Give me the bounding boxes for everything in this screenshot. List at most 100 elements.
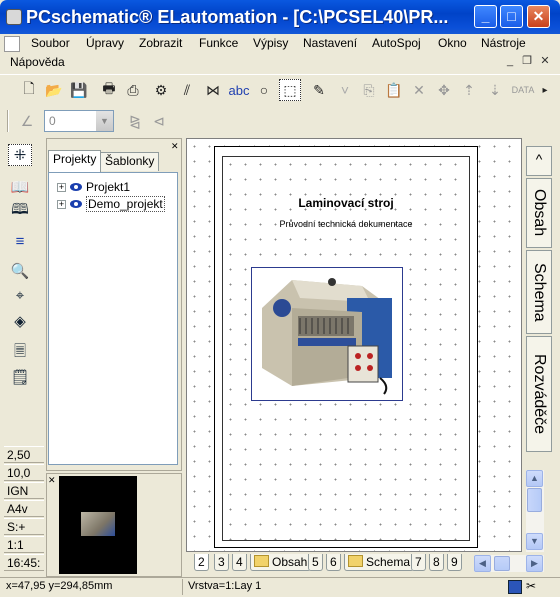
data-icon[interactable]: DATA [509,79,537,101]
grid-select-icon[interactable]: ⁜ [8,144,32,166]
tab-sablonky[interactable]: Šablonky [100,152,160,171]
paste-icon[interactable]: 📋 [383,79,405,101]
panel-close-icon[interactable]: ✕ [171,141,179,152]
mdi-restore-button[interactable]: ❐ [520,55,534,68]
maximize-button[interactable]: □ [500,5,523,28]
menu-soubor[interactable]: Soubor [31,36,70,50]
status-scale: 1:1 [4,536,44,553]
mirror-icon[interactable]: ⧎ [124,110,146,132]
scroll-up-icon[interactable]: ▲ [526,470,543,487]
new-file-icon[interactable]: 🗋 [18,79,40,101]
main-toolbar: 🗋 📂 💾 🖶 ⎙ ⚙ ⫽ ⋈ abc ○ ⬚ ✎ ˅ ⎘ 📋 ✕ ✥ ⇡ ⇣ … [0,74,560,104]
hscroll-thumb[interactable] [494,556,510,571]
menu-autospoj[interactable]: AutoSpoj [372,36,421,50]
menu-nastroje[interactable]: Nástroje [481,36,526,50]
status-snap: 10,0 [4,464,44,481]
title-bar: PCschematic® ELautomation - [C:\PCSEL40\… [0,0,560,34]
document-icon[interactable] [4,36,20,52]
print-icon[interactable]: 🖶 [98,79,120,101]
pencil-icon[interactable]: ✎ [308,79,330,101]
save-icon[interactable]: 💾 [68,79,90,101]
arrow-down-icon[interactable]: ˅ [334,79,356,101]
menu-funkce[interactable]: Funkce [199,36,238,50]
preview-machine-image [81,512,115,536]
status-s: S:+ [4,518,44,535]
list-arrow-icon[interactable]: ≡ [8,230,32,252]
page-tab[interactable]: 9 [447,554,462,571]
horizontal-scrollbar[interactable]: ◀ ▶ [474,555,544,572]
rotate-icon[interactable]: ⊲ [148,110,170,132]
angle-icon[interactable]: ∠ [16,110,38,132]
print-preview-icon[interactable]: ⎙ [122,79,144,101]
preview-close-icon[interactable]: ✕ [48,475,56,486]
page-icon[interactable]: 🗏 [8,342,32,364]
mdi-minimize-button[interactable]: _ [503,55,517,68]
tab-schema[interactable]: Schema [526,250,552,334]
circle-icon[interactable]: ○ [253,79,275,101]
machine-image[interactable] [251,267,403,401]
collapse-up-icon[interactable]: ^ [526,146,552,176]
toolbar-overflow-icon[interactable]: ▸ [539,79,551,101]
page-edit-icon[interactable]: 🗒 [8,366,32,388]
window-title: PCschematic® ELautomation - [C:\PCSEL40\… [26,7,449,27]
page-tab[interactable]: 6 [326,554,341,571]
eye-icon [70,183,82,191]
scroll-right-icon[interactable]: ▶ [526,555,543,572]
preview-thumbnail[interactable] [59,476,137,574]
book-icon[interactable]: 🕮 [8,200,32,222]
copy-icon[interactable]: ⎘ [358,79,380,101]
move-down-icon[interactable]: ⇣ [484,79,506,101]
delete-icon[interactable]: ✕ [408,79,430,101]
minimize-button[interactable]: _ [474,5,497,28]
mdi-close-button[interactable]: ✕ [538,55,552,68]
status-ign: IGN [4,482,44,499]
book-open-icon[interactable]: 📖 [8,176,32,198]
connect-icon[interactable]: ⌖ [8,284,32,306]
page-tab[interactable]: 7 [411,554,426,571]
app-icon[interactable] [6,9,22,25]
cursor-coordinates: x=47,95 y=294,85mm [6,580,113,592]
scroll-down-icon[interactable]: ▼ [526,533,543,550]
symbol-icon[interactable]: ⚙ [150,79,172,101]
page-tab[interactable]: 2 [194,554,209,571]
select-area-icon[interactable]: ⬚ [279,79,301,101]
move-icon[interactable]: ✥ [433,79,455,101]
scroll-left-icon[interactable]: ◀ [474,555,491,572]
tab-obsah[interactable]: Obsah [526,178,552,248]
expand-icon[interactable]: + [57,182,66,192]
chevron-down-icon[interactable]: ▼ [96,111,113,131]
vertical-scrollbar[interactable]: ▲ ▼ [526,470,544,552]
tree-item-demo-projekt[interactable]: + Demo_projekt [57,196,165,212]
diamond-grid-icon[interactable]: ◈ [8,310,32,332]
page-tab[interactable]: 3 [214,554,229,571]
menu-vypisy[interactable]: Výpisy [253,36,288,50]
menu-zobrazit[interactable]: Zobrazit [139,36,182,50]
tab-projekty[interactable]: Projekty [48,150,102,172]
save-status-icon[interactable] [508,580,522,594]
menu-upravy[interactable]: Úpravy [86,36,124,50]
page-tab-folder[interactable]: Schema [344,554,415,571]
text-tool-icon[interactable]: abc [228,79,250,101]
tab-rozvadece[interactable]: Rozváděče [526,336,552,452]
menu-napoveda[interactable]: Nápověda [10,55,65,69]
open-folder-icon[interactable]: 📂 [43,79,65,101]
page-tab[interactable]: 4 [232,554,247,571]
menu-okno[interactable]: Okno [438,36,467,50]
edit-status-icon[interactable]: ✂ [526,579,536,593]
layer-indicator: Vrstva=1:Lay 1 [188,580,262,592]
expand-icon[interactable]: + [57,199,66,209]
close-button[interactable]: ✕ [527,5,550,28]
secondary-toolbar: ∠ 0 ▼ ⧎ ⊲ [0,106,560,136]
move-up-icon[interactable]: ⇡ [458,79,480,101]
menu-nastaveni[interactable]: Nastavení [303,36,357,50]
page-tab[interactable]: 8 [429,554,444,571]
scroll-thumb[interactable] [527,488,542,512]
zoom-icon[interactable]: 🔍 [8,260,32,282]
tree-item-projekt1[interactable]: + Projekt1 [57,180,130,194]
eye-icon [70,200,82,208]
document-subtitle: Průvodní technická dokumentace [279,219,413,229]
page-tab[interactable]: 5 [308,554,323,571]
diode-icon[interactable]: ⋈ [202,79,224,101]
hatch-icon[interactable]: ⫽ [176,79,198,101]
page-tab-folder[interactable]: Obsah [250,554,312,571]
